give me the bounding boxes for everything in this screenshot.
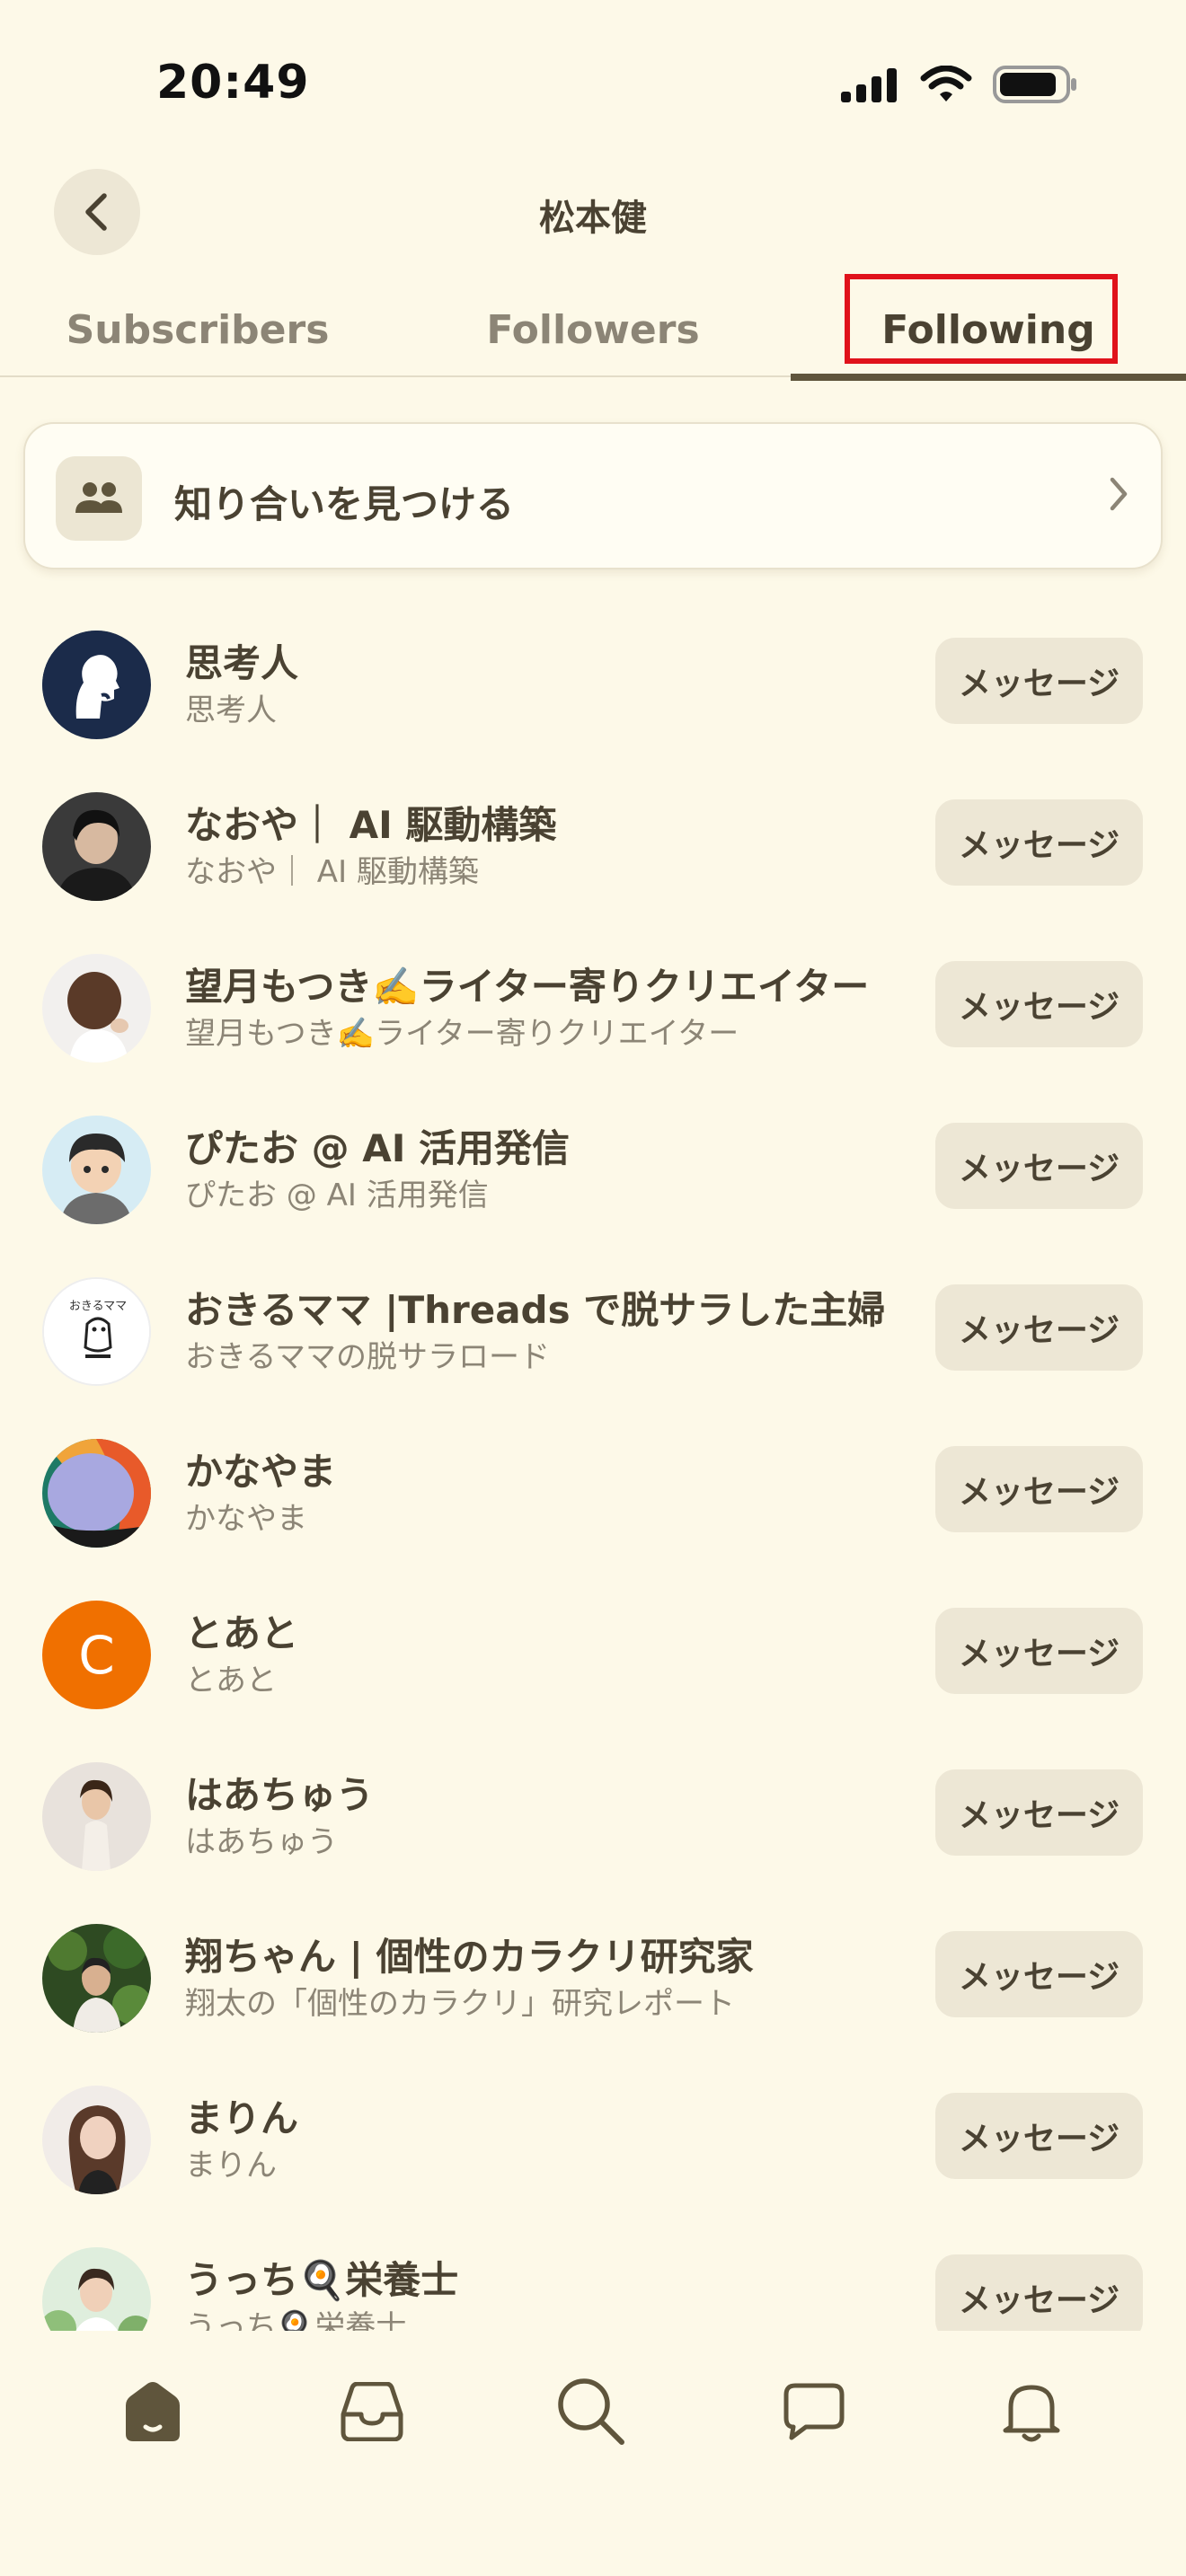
message-button[interactable]: メッセージ bbox=[935, 1931, 1143, 2017]
battery-icon bbox=[993, 66, 1076, 103]
message-button[interactable]: メッセージ bbox=[935, 1608, 1143, 1694]
user-name: うっち🍳栄養士 bbox=[185, 2258, 459, 2302]
user-handle: なおや｜ AI 駆動構築 bbox=[185, 854, 479, 890]
nav-inbox[interactable] bbox=[336, 2376, 408, 2448]
home-icon bbox=[126, 2382, 180, 2441]
inbox-icon bbox=[341, 2382, 403, 2441]
list-item[interactable]: おきるママ おきるママ |Threads で脱サラした主婦 おきるママの脱サラロ… bbox=[0, 1244, 1186, 1406]
list-item[interactable]: はあちゅう はあちゅう メッセージ bbox=[0, 1729, 1186, 1891]
avatar bbox=[42, 954, 151, 1063]
user-name: まりん bbox=[185, 2096, 299, 2140]
user-name: 思考人 bbox=[185, 641, 299, 685]
message-button[interactable]: メッセージ bbox=[935, 1284, 1143, 1371]
list-item[interactable]: かなやま かなやま メッセージ bbox=[0, 1406, 1186, 1567]
status-icons bbox=[839, 65, 1078, 104]
user-name: ぴたお @ AI 活用発信 bbox=[185, 1126, 570, 1170]
avatar: C bbox=[42, 1601, 151, 1709]
list-item[interactable]: まりん まりん メッセージ bbox=[0, 2052, 1186, 2214]
nav-chat[interactable] bbox=[778, 2376, 850, 2448]
user-name: 翔ちゃん | 個性のカラクリ研究家 bbox=[185, 1935, 754, 1979]
avatar bbox=[42, 1439, 151, 1548]
user-handle: かなやま bbox=[185, 1501, 307, 1537]
message-button[interactable]: メッセージ bbox=[935, 1769, 1143, 1856]
bell-icon bbox=[1003, 2385, 1060, 2442]
bottom-nav bbox=[0, 2331, 1186, 2576]
user-name: はあちゅう bbox=[185, 1773, 375, 1817]
user-handle: まりん bbox=[185, 2148, 277, 2183]
user-name: かなやま bbox=[185, 1450, 337, 1494]
message-button[interactable]: メッセージ bbox=[935, 638, 1143, 724]
cellular-signal-icon bbox=[841, 68, 897, 102]
message-button[interactable]: メッセージ bbox=[935, 2093, 1143, 2179]
message-button[interactable]: メッセージ bbox=[935, 1123, 1143, 1209]
tab-followers[interactable]: Followers bbox=[395, 283, 791, 377]
message-button[interactable]: メッセージ bbox=[935, 2254, 1143, 2331]
user-name: 望月もつき✍️ライター寄りクリエイター bbox=[185, 965, 870, 1009]
avatar bbox=[42, 1924, 151, 2033]
nav-search[interactable] bbox=[555, 2376, 627, 2448]
message-button[interactable]: メッセージ bbox=[935, 1446, 1143, 1532]
list-item[interactable]: C とあと とあと メッセージ bbox=[0, 1567, 1186, 1729]
chat-icon bbox=[783, 2383, 845, 2440]
user-handle: うっち🍳栄養士 bbox=[185, 2309, 407, 2331]
avatar bbox=[42, 2247, 151, 2331]
nav-notifications[interactable] bbox=[996, 2376, 1067, 2448]
people-icon bbox=[56, 456, 142, 541]
avatar bbox=[42, 1762, 151, 1871]
user-handle: おきるママの脱サラロード bbox=[185, 1339, 550, 1375]
user-handle: 翔太の「個性のカラクリ」研究レポート bbox=[185, 1986, 735, 2022]
user-name: とあと bbox=[185, 1611, 299, 1655]
avatar bbox=[42, 1116, 151, 1224]
user-name: なおや｜ AI 駆動構築 bbox=[185, 803, 557, 847]
tab-subscribers[interactable]: Subscribers bbox=[0, 283, 395, 377]
find-friends-card[interactable]: 知り合いを見つける bbox=[23, 422, 1163, 569]
message-button[interactable]: メッセージ bbox=[935, 961, 1143, 1047]
list-item[interactable]: ぴたお @ AI 活用発信 ぴたお @ AI 活用発信 メッセージ bbox=[0, 1082, 1186, 1244]
nav-home[interactable] bbox=[117, 2376, 189, 2448]
message-button[interactable]: メッセージ bbox=[935, 799, 1143, 886]
chevron-right-icon bbox=[1107, 474, 1130, 517]
search-icon bbox=[558, 2378, 624, 2445]
avatar-text: おきるママ bbox=[69, 1300, 127, 1313]
user-handle: 思考人 bbox=[185, 693, 277, 728]
user-handle: とあと bbox=[185, 1663, 277, 1698]
list-item[interactable]: うっち🍳栄養士 うっち🍳栄養士 メッセージ bbox=[0, 2214, 1186, 2331]
page-title: 松本健 bbox=[539, 198, 647, 239]
wifi-icon bbox=[920, 66, 972, 101]
active-tab-indicator bbox=[791, 374, 1186, 381]
user-name: おきるママ |Threads で脱サラした主婦 bbox=[185, 1288, 886, 1332]
list-item[interactable]: なおや｜ AI 駆動構築 なおや｜ AI 駆動構築 メッセージ bbox=[0, 759, 1186, 921]
user-handle: ぴたお @ AI 活用発信 bbox=[185, 1178, 489, 1213]
list-item[interactable]: 翔ちゃん | 個性のカラクリ研究家 翔太の「個性のカラクリ」研究レポート メッセ… bbox=[0, 1891, 1186, 2052]
avatar: おきるママ bbox=[42, 1277, 151, 1386]
avatar bbox=[42, 792, 151, 901]
avatar bbox=[42, 631, 151, 739]
list-item[interactable]: 思考人 思考人 メッセージ bbox=[0, 597, 1186, 759]
avatar bbox=[42, 2086, 151, 2194]
user-handle: はあちゅう bbox=[185, 1824, 338, 1860]
avatar-letter: C bbox=[78, 1624, 115, 1686]
annotation-highlight-box bbox=[845, 274, 1118, 364]
user-handle: 望月もつき✍️ライター寄りクリエイター bbox=[185, 1016, 739, 1052]
status-time: 20:49 bbox=[156, 56, 310, 110]
list-item[interactable]: 望月もつき✍️ライター寄りクリエイター 望月もつき✍️ライター寄りクリエイター … bbox=[0, 921, 1186, 1082]
following-list: 思考人 思考人 メッセージ なおや｜ AI 駆動構築 なおや｜ AI 駆動構築 … bbox=[0, 597, 1186, 2331]
screen: 20:49 松本健 Subscribers Followers Followin… bbox=[0, 0, 1186, 2576]
find-friends-label: 知り合いを見つける bbox=[174, 482, 515, 526]
status-bar: 20:49 bbox=[0, 0, 1186, 171]
